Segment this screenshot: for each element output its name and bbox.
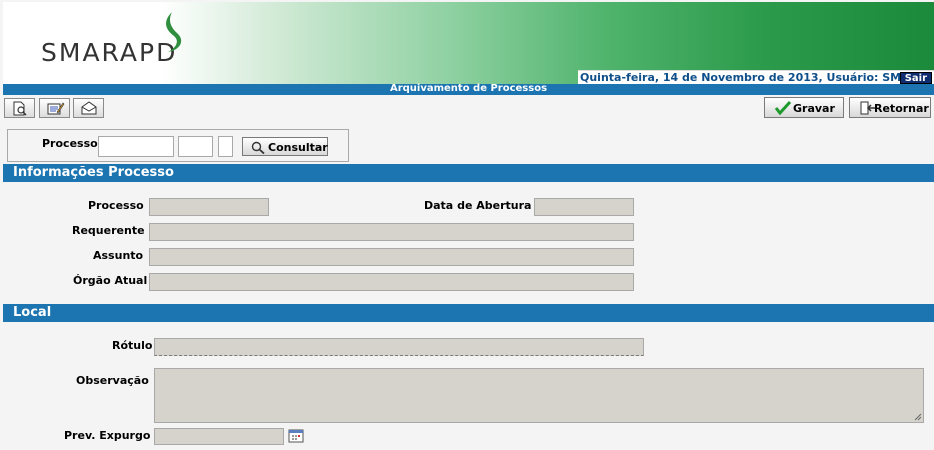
search-process-label: Processo (42, 137, 98, 150)
processo-field[interactable] (149, 198, 269, 216)
save-button[interactable]: Gravar (764, 97, 844, 118)
process-number-input[interactable] (98, 136, 174, 157)
edit-icon (47, 102, 65, 115)
process-year-input[interactable] (178, 136, 213, 157)
session-info-bar: Quinta-feira, 14 de Novembro de 2013, Us… (578, 70, 934, 84)
resize-grip-icon[interactable] (914, 413, 922, 421)
orgao-atual-field[interactable] (149, 273, 634, 291)
checkmark-icon (775, 101, 791, 115)
calendar-icon[interactable] (288, 428, 304, 443)
local-title: Local (13, 305, 52, 320)
edit-button[interactable] (39, 98, 70, 118)
page-title-bar: Arquivamento de Processos (3, 83, 934, 95)
page-title: Arquivamento de Processos (389, 83, 548, 94)
search-panel: Processo Consultar (7, 129, 349, 162)
save-label: Gravar (793, 102, 835, 115)
expurgo-field[interactable] (154, 428, 284, 445)
folder-icon (81, 101, 97, 115)
expurgo-label: Prev. Expurgo (64, 429, 151, 442)
process-info-header: Informações Processo (3, 164, 934, 182)
orgao-atual-label: Órgão Atual (73, 274, 148, 287)
consult-label: Consultar (268, 141, 328, 154)
return-label: Retornar (874, 102, 929, 115)
assunto-label: Assunto (93, 249, 144, 262)
requerente-field[interactable] (149, 223, 634, 241)
data-abertura-label: Data de Abertura (424, 199, 532, 212)
observacao-label: Observação (76, 374, 149, 387)
process-digit-input[interactable] (218, 136, 233, 157)
local-header: Local (3, 304, 934, 322)
magnifier-icon (251, 141, 265, 154)
observacao-textarea[interactable] (154, 368, 924, 423)
requerente-label: Requerente (72, 224, 145, 237)
process-info-title: Informações Processo (13, 165, 174, 180)
folder-button[interactable] (73, 98, 104, 118)
search-document-button[interactable] (4, 98, 35, 118)
logo-leaf-icon (166, 12, 182, 52)
header-banner: SMARAPD Quinta-feira, 14 de Novembro de … (3, 2, 934, 84)
app-window: SMARAPD Quinta-feira, 14 de Novembro de … (0, 0, 934, 450)
logo: SMARAPD (41, 38, 178, 67)
assunto-field[interactable] (149, 248, 634, 266)
data-abertura-field[interactable] (534, 198, 634, 216)
rotulo-label: Rótulo (112, 339, 153, 352)
return-button[interactable]: Retornar (849, 97, 931, 118)
consult-button[interactable]: Consultar (242, 137, 328, 156)
rotulo-field[interactable] (154, 338, 644, 356)
processo-label: Processo (88, 199, 144, 212)
search-document-icon (13, 101, 27, 116)
